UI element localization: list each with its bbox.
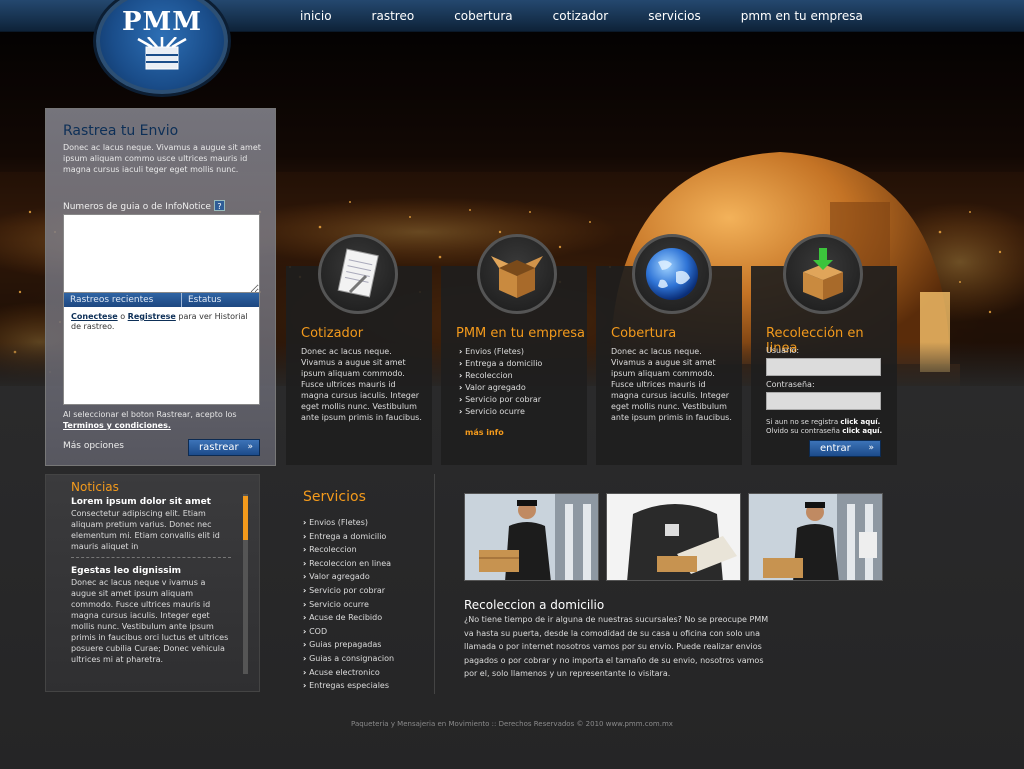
login-help-note: Si aun no se registra click aquí. Olvido…: [766, 418, 891, 436]
list-item[interactable]: Valor agregado: [303, 570, 394, 584]
register-link[interactable]: Registrese: [128, 312, 176, 321]
nav-rastreo[interactable]: rastreo: [352, 0, 435, 32]
services-title: Servicios: [303, 489, 366, 505]
status-col-header: Estatus: [188, 295, 222, 305]
list-item[interactable]: Servicio ocurre: [459, 406, 581, 418]
more-options-link[interactable]: Más opciones: [63, 441, 124, 451]
courier-photo-1: [464, 493, 599, 581]
page: { "brand": {"logo_text": "PMM"}, "nav": …: [0, 0, 1024, 769]
box-download-icon[interactable]: [783, 234, 863, 314]
recent-table-header: Rastreos recientes Estatus: [64, 293, 259, 307]
register-note-text: Si aun no se registra: [766, 418, 841, 426]
nav-pmm-en-tu-empresa[interactable]: pmm en tu empresa: [721, 0, 883, 32]
guide-number-input[interactable]: [63, 214, 260, 294]
news-panel: Noticias Lorem ipsum dolor sit amet Cons…: [45, 474, 260, 692]
nav-servicios[interactable]: servicios: [628, 0, 721, 32]
nav-cotizador[interactable]: cotizador: [533, 0, 629, 32]
notepad-icon[interactable]: [318, 234, 398, 314]
list-item[interactable]: Guias a consignacion: [303, 652, 394, 666]
card-text: Donec ac lacus neque. Vivamus a augue si…: [611, 347, 732, 422]
password-input[interactable]: [766, 392, 881, 410]
home-pickup-title: Recoleccion a domicilio: [464, 598, 605, 612]
recent-conj: o: [117, 312, 128, 321]
forgot-note-text: Olvido su contraseña: [766, 427, 843, 435]
list-item[interactable]: COD: [303, 625, 394, 639]
list-item[interactable]: Entregas especiales: [303, 679, 394, 693]
card-text: Donec ac lacus neque. Vivamus a augue si…: [301, 347, 422, 422]
open-box-icon[interactable]: [477, 234, 557, 314]
double-arrow-icon: »: [247, 442, 253, 452]
enter-button-label: entrar: [820, 443, 851, 454]
list-item[interactable]: Recoleccion en linea: [303, 557, 394, 571]
services-list: Envios (Fletes) Entrega a domicilio Reco…: [303, 516, 394, 693]
register-click-link[interactable]: click aquí.: [840, 418, 880, 426]
guide-number-label: Numeros de guia o de InfoNotice?: [63, 200, 225, 212]
home-pickup-text: ¿No tiene tiempo de ir alguna de nuestra…: [464, 615, 769, 679]
login-link[interactable]: Conectese: [71, 312, 118, 321]
double-arrow-icon: »: [868, 443, 874, 453]
list-item[interactable]: Envios (Fletes): [303, 516, 394, 530]
recent-table-body: Conectese o Registrese para ver Historia…: [64, 307, 259, 337]
list-item[interactable]: Envios (Fletes): [459, 346, 581, 358]
card-feature-list: Envios (Fletes) Entrega a domicilio Reco…: [459, 346, 581, 418]
more-info-link[interactable]: más info: [465, 428, 504, 437]
globe-icon[interactable]: [632, 234, 712, 314]
footer-text: Paqueteria y Mensajeria en Movimiento ::…: [351, 720, 673, 728]
logo-text: PMM: [121, 7, 203, 37]
nav-inicio[interactable]: inicio: [280, 0, 352, 32]
track-button-label: rastrear: [199, 442, 239, 453]
guide-label-text: Numeros de guia o de InfoNotice: [63, 202, 211, 212]
news-headline[interactable]: Egestas leo dignissim: [71, 566, 231, 577]
card-cobertura: Cobertura Donec ac lacus neque. Vivamus …: [596, 234, 742, 465]
list-item[interactable]: Entrega a domicilio: [303, 530, 394, 544]
list-item[interactable]: Recoleccion: [459, 370, 581, 382]
username-label: Usuario:: [766, 346, 800, 355]
terms-link[interactable]: Terminos y condiciones.: [63, 421, 171, 430]
tracking-description: Donec ac lacus neque. Vivamus a augue si…: [63, 143, 261, 174]
list-item[interactable]: Acuse electronico: [303, 666, 394, 680]
help-icon[interactable]: ?: [213, 200, 225, 211]
list-item[interactable]: Recoleccion: [303, 543, 394, 557]
list-item[interactable]: Entrega a domicilio: [459, 358, 581, 370]
recent-col-header: Rastreos recientes: [64, 293, 182, 307]
list-item[interactable]: Servicio por cobrar: [459, 394, 581, 406]
card-pmm-en-tu-empresa: PMM en tu empresa Envios (Fletes) Entreg…: [441, 234, 587, 465]
track-button[interactable]: rastrear »: [188, 439, 260, 456]
courier-photo-2: [606, 493, 741, 581]
username-input[interactable]: [766, 358, 881, 376]
news-scroll-thumb[interactable]: [243, 496, 248, 540]
news-body: Consectetur adipiscing elit. Etiam aliqu…: [71, 509, 220, 551]
courier-photo-3: [748, 493, 883, 581]
card-recoleccion-en-linea: Recolección en linea Usuario: Contraseña…: [751, 234, 897, 465]
news-item: Lorem ipsum dolor sit amet Consectetur a…: [71, 497, 231, 558]
card-title[interactable]: Cotizador: [301, 326, 363, 341]
nav-cobertura[interactable]: cobertura: [434, 0, 532, 32]
package-emblem-icon: [137, 36, 187, 70]
card-title[interactable]: Cobertura: [611, 326, 676, 341]
list-item[interactable]: Guias prepagadas: [303, 638, 394, 652]
news-body: Donec ac lacus neque v ivamus a augue si…: [71, 578, 229, 664]
news-scrollbar[interactable]: [243, 494, 248, 674]
terms-note: Al seleccionar el boton Rastrear, acepto…: [63, 409, 268, 431]
list-item[interactable]: Valor agregado: [459, 382, 581, 394]
news-headline[interactable]: Lorem ipsum dolor sit amet: [71, 497, 231, 508]
tracking-panel: Rastrea tu Envio Donec ac lacus neque. V…: [45, 108, 276, 466]
enter-button[interactable]: entrar »: [809, 440, 881, 457]
forgot-click-link[interactable]: click aquí.: [842, 427, 882, 435]
recent-tracking-table: Rastreos recientes Estatus Conectese o R…: [63, 292, 260, 405]
list-item[interactable]: Servicio ocurre: [303, 598, 394, 612]
news-title: Noticias: [71, 480, 119, 494]
news-item: Egestas leo dignissim Donec ac lacus neq…: [71, 566, 231, 670]
password-label: Contraseña:: [766, 380, 815, 389]
list-item[interactable]: Acuse de Recibido: [303, 611, 394, 625]
card-cotizador: Cotizador Donec ac lacus neque. Vivamus …: [286, 234, 432, 465]
main-nav: inicio rastreo cobertura cotizador servi…: [280, 0, 883, 32]
services-section: Servicios Envios (Fletes) Entrega a domi…: [285, 474, 435, 694]
tracking-title: Rastrea tu Envio: [63, 123, 179, 139]
news-list: Lorem ipsum dolor sit amet Consectetur a…: [71, 497, 231, 678]
list-item[interactable]: Servicio por cobrar: [303, 584, 394, 598]
terms-note-text: Al seleccionar el boton Rastrear, acepto…: [63, 410, 237, 419]
card-title[interactable]: PMM en tu empresa: [456, 326, 585, 341]
